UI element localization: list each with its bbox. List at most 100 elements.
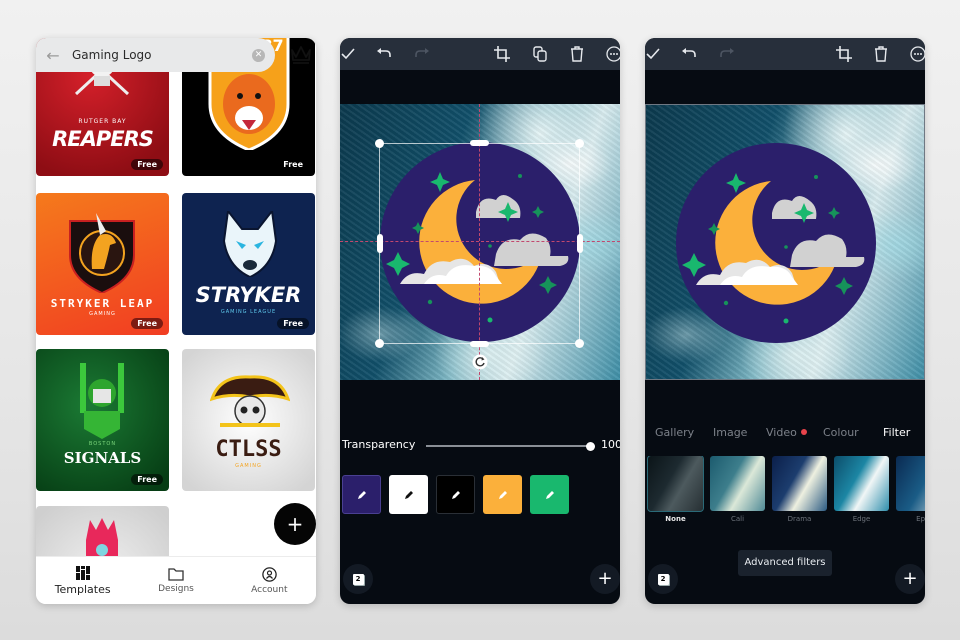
advanced-filters-button[interactable]: Advanced filters [738,550,832,576]
more-icon[interactable] [606,46,620,62]
undo-icon[interactable] [681,46,697,62]
template-card[interactable]: CTLSS GAMING [182,349,315,491]
clear-icon[interactable]: ✕ [252,48,265,62]
templates-screen: RUTGER BAY REAPERS Free FANG87 Free [36,38,316,604]
tab-image[interactable]: Image [713,426,747,439]
filter-screen: Gallery Image Video Colour Filter None C… [645,38,925,604]
template-subtitle: GAMING [235,463,262,469]
create-design-button[interactable]: + [274,503,316,545]
trash-icon[interactable] [569,46,585,62]
template-title: STRYKER LEAP [50,297,155,310]
resize-handle[interactable] [470,341,489,347]
filter-drama[interactable]: Drama [772,456,827,523]
check-icon[interactable] [645,46,661,62]
more-icon[interactable] [910,46,925,62]
arrow-left-icon[interactable]: ← [36,46,70,65]
slider-thumb[interactable] [585,442,595,451]
dragon-mascot-icon [69,213,135,293]
filter-thumbnail [647,456,704,512]
duplicate-icon[interactable] [532,46,548,62]
folder-icon [168,567,184,581]
crown-icon[interactable] [290,44,312,64]
add-element-button[interactable]: + [590,564,620,594]
free-badge: Free [277,159,309,170]
search-input[interactable]: Gaming Logo [70,48,252,62]
filter-none[interactable]: None [647,456,704,523]
search-bar[interactable]: ← Gaming Logo ✕ [36,38,275,72]
pencil-icon [545,490,554,499]
resize-handle[interactable] [575,339,584,348]
swatch-white[interactable] [389,475,428,514]
design-canvas[interactable] [340,104,620,380]
filter-thumbnail [772,456,827,511]
pencil-icon [404,490,413,499]
swatch-green[interactable] [530,475,569,514]
trash-icon[interactable] [873,46,889,62]
color-swatches [342,475,569,514]
tab-filter[interactable]: Filter [883,426,910,439]
account-icon [262,566,277,582]
crop-icon[interactable] [494,46,510,62]
template-card[interactable] [36,506,169,558]
undo-icon[interactable] [376,46,392,62]
template-card[interactable]: STRYKER GAMING LEAGUE Free [182,193,315,335]
templates-grid-icon [75,565,90,580]
tab-label: Gallery [655,426,695,439]
editor-screen: Transparency 100 2 + [340,38,620,604]
redo-icon[interactable] [414,46,430,62]
tab-label: Colour [823,426,859,439]
template-card[interactable]: STRYKER LEAP GAMING Free [36,193,169,335]
pages-button[interactable]: 2 [343,564,373,594]
nav-account[interactable]: Account [223,557,316,604]
filter-label: Edge [852,515,871,523]
redo-icon[interactable] [719,46,735,62]
free-badge: Free [131,474,163,485]
resize-handle[interactable] [377,234,383,253]
pages-button[interactable]: 2 [648,564,678,594]
pencil-icon [357,490,366,499]
transparency-value: 100 [601,438,620,451]
resize-handle[interactable] [470,140,489,146]
design-canvas[interactable] [645,104,925,380]
filter-strip[interactable]: None Cali Drama Edge Epic [647,456,925,526]
pencil-icon [451,490,460,499]
filter-epic[interactable]: Epic [896,456,925,523]
media-tabs: Gallery Image Video Colour Filter [645,426,925,442]
template-title: STRYKER [195,283,302,307]
filter-label: Cali [730,515,745,523]
add-element-button[interactable]: + [895,564,925,594]
crop-icon[interactable] [836,46,852,62]
filter-label: None [665,515,686,523]
swatch-indigo[interactable] [342,475,381,514]
template-card[interactable]: BOSTON SIGNALS Free [36,349,169,491]
nav-templates[interactable]: Templates [36,557,129,604]
editor-toolbar [645,38,925,70]
page-count: 2 [657,573,669,585]
resize-handle[interactable] [575,139,584,148]
check-icon[interactable] [340,46,356,62]
tab-video[interactable]: Video [766,426,807,439]
resize-handle[interactable] [375,339,384,348]
swatch-black[interactable] [436,475,475,514]
rotate-icon[interactable] [472,354,488,370]
tab-colour[interactable]: Colour [823,426,859,439]
nav-label: Account [251,584,288,595]
transparency-slider[interactable] [426,442,595,451]
filter-cali[interactable]: Cali [710,456,765,523]
template-title: REAPERS [52,127,154,151]
pencil-icon [498,490,507,499]
template-subtitle: GAMING [89,311,116,317]
swatch-orange[interactable] [483,475,522,514]
resize-handle[interactable] [577,234,583,253]
moon-night-graphic[interactable] [676,143,876,343]
filter-edge[interactable]: Edge [834,456,889,523]
transparency-control: Transparency 100 [342,438,620,454]
tab-gallery[interactable]: Gallery [655,426,694,439]
template-title: SIGNALS [63,449,142,467]
resize-handle[interactable] [375,139,384,148]
nav-designs[interactable]: Designs [129,557,222,604]
free-badge: Free [131,318,163,329]
template-subtitle: RUTGER BAY [78,118,127,125]
template-subtitle: GAMING LEAGUE [220,309,277,315]
template-grid[interactable]: RUTGER BAY REAPERS Free FANG87 Free [36,38,316,558]
